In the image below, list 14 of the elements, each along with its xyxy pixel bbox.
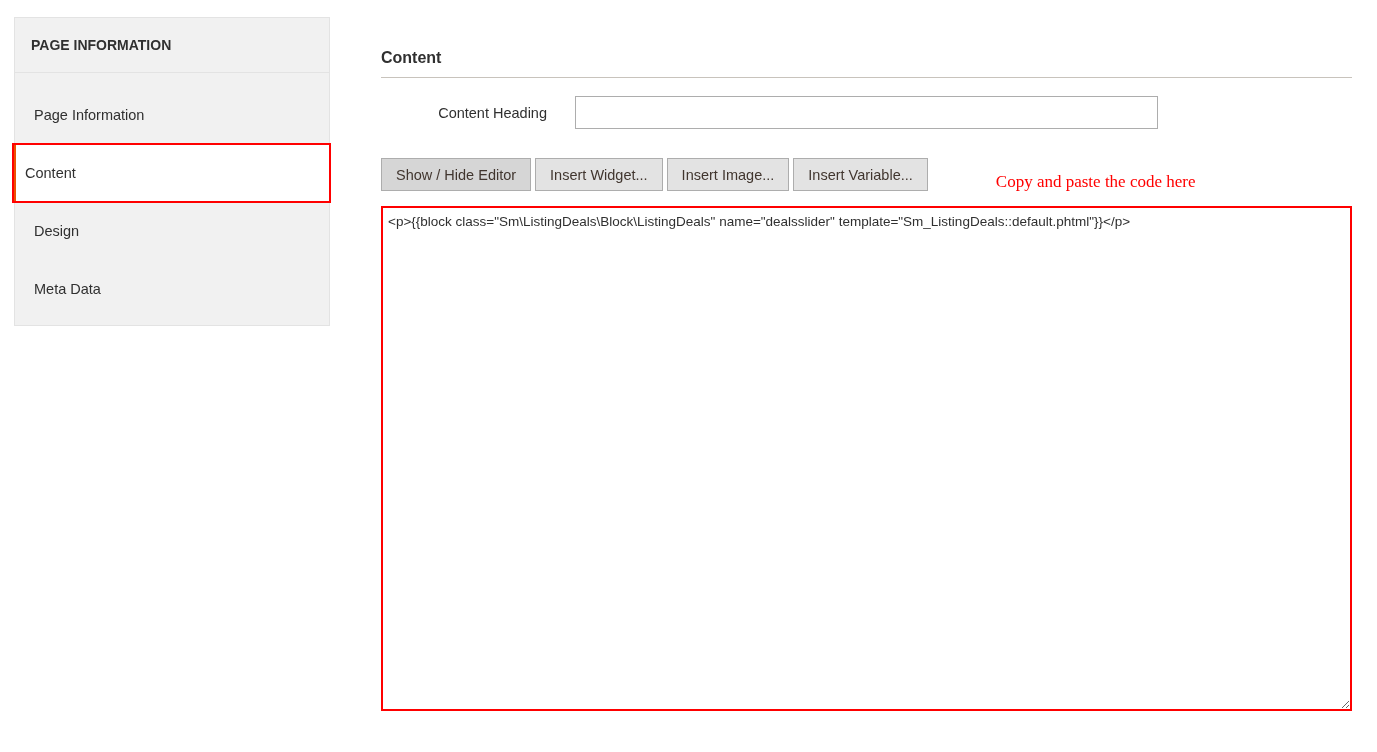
sidebar-item[interactable]: Design [12, 202, 330, 260]
section-title: Content [381, 49, 1352, 78]
sidebar-item[interactable]: Meta Data [12, 260, 330, 318]
toolbar-button[interactable]: Insert Widget... [535, 158, 663, 191]
toolbar-button[interactable]: Insert Image... [666, 158, 790, 191]
sidebar-item[interactable]: Content [13, 144, 330, 202]
toolbar-button[interactable]: Show / Hide Editor [381, 158, 532, 191]
sidebar-title: PAGE INFORMATION [15, 18, 329, 73]
input-field[interactable] [575, 96, 1158, 129]
sidebar-item[interactable]: Page Information [12, 86, 330, 144]
annotation-text: Copy and paste the code here [995, 172, 1196, 192]
toolbar-button[interactable]: Insert Variable... [793, 158, 928, 191]
field-label: Content Heading [437, 104, 547, 121]
code-editor[interactable]: <p>{{block class="Sm\ListingDeals\Block\ListingDeals" name="dealsslider" template="Sm_ListingDeals::default.phtml"}}</p> [381, 206, 1352, 711]
